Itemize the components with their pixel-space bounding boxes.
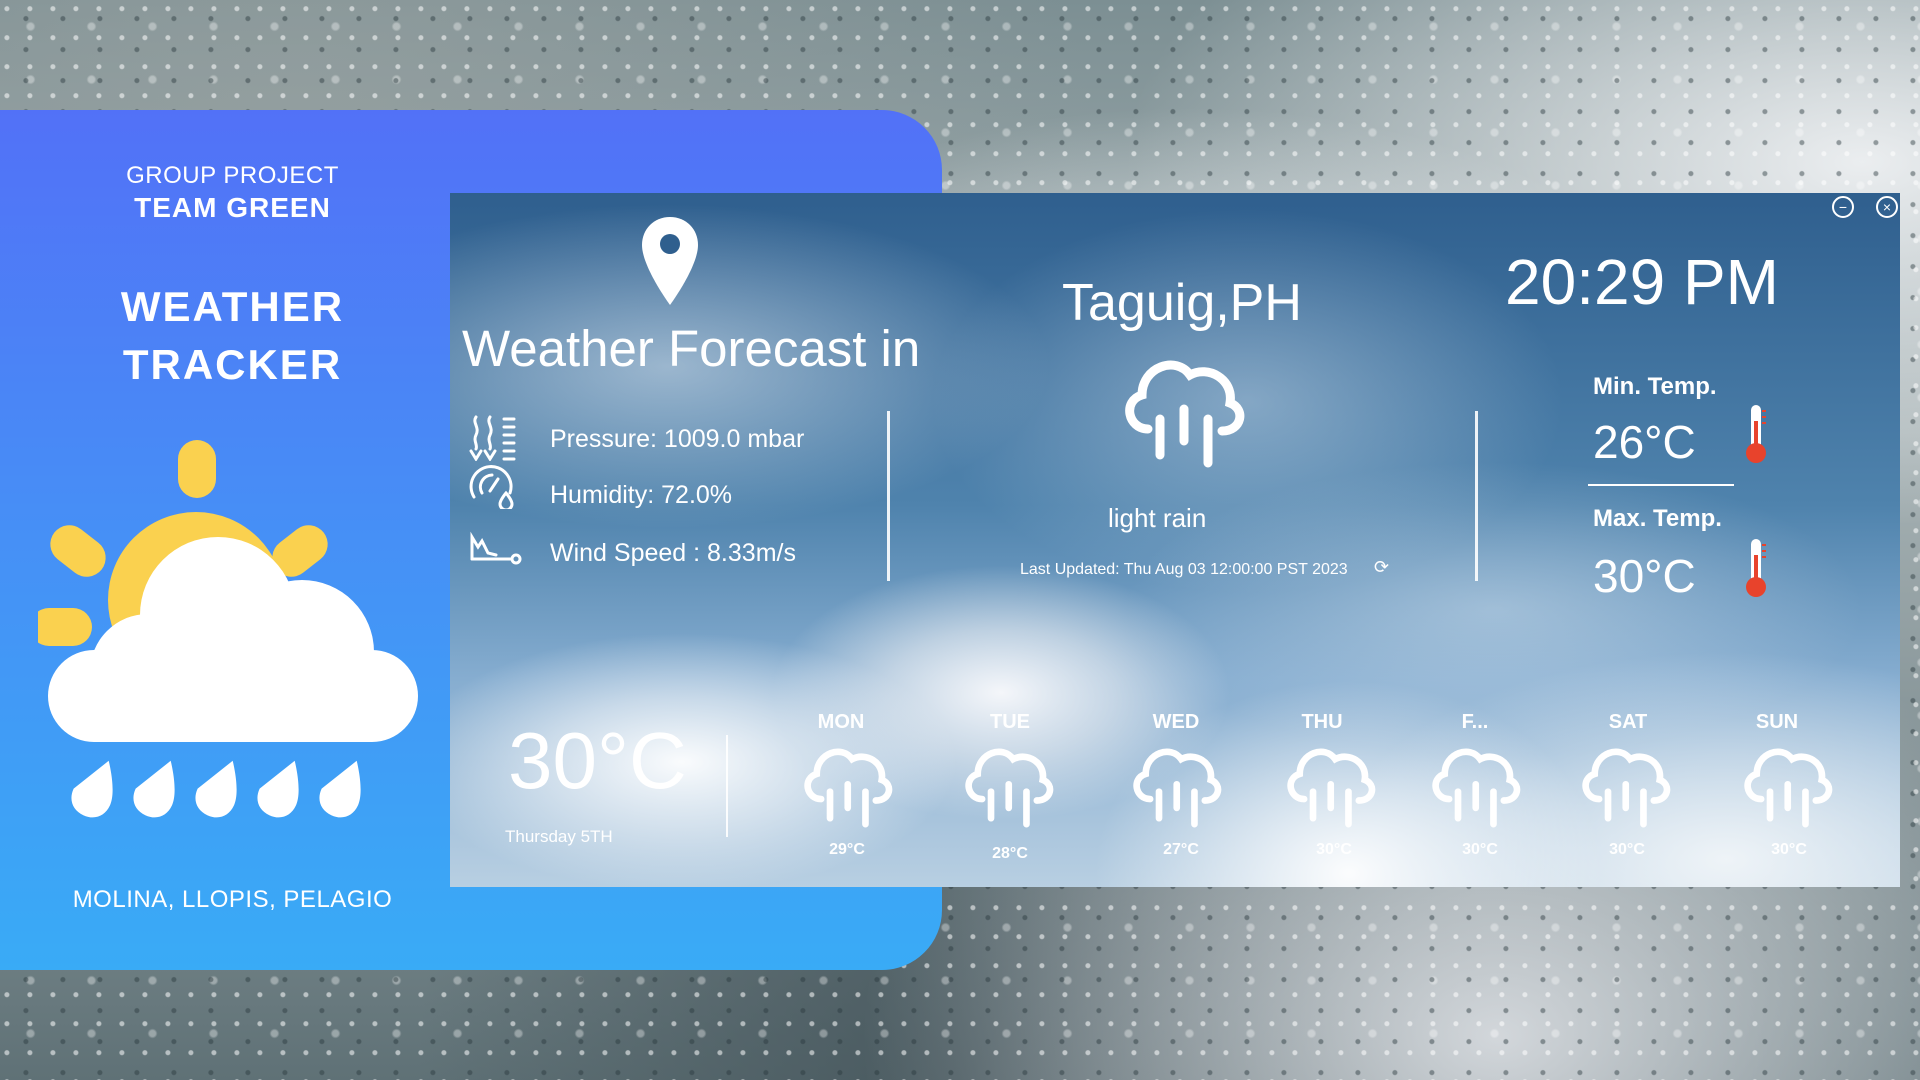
max-temp-label: Max. Temp. xyxy=(1593,505,1722,532)
forecast-day: THU xyxy=(1301,711,1343,733)
pressure-icon xyxy=(469,415,516,461)
location-pin-icon xyxy=(642,217,698,305)
forecast-divider xyxy=(726,735,728,837)
left-divider xyxy=(887,411,890,581)
weather-app-window: − × Weather Forecast in Pressure: 1009.0… xyxy=(450,193,1900,887)
minimize-icon[interactable]: − xyxy=(1832,196,1854,218)
sun-cloud-rain-icon xyxy=(38,440,418,818)
forecast-temp: 27°C xyxy=(1163,841,1199,858)
thermometer-icon xyxy=(1746,405,1766,463)
forecast-day: MON xyxy=(817,711,865,733)
rain-cloud-icon xyxy=(1133,748,1222,828)
rain-cloud-icon xyxy=(1287,748,1376,828)
forecast-temp: 30°C xyxy=(1771,841,1807,858)
rain-cloud-icon xyxy=(1582,748,1671,828)
title-line-2: TRACKER xyxy=(122,341,343,388)
rain-cloud-icon xyxy=(1432,748,1521,828)
title-line-1: WEATHER xyxy=(120,283,345,330)
wind-speed-icon xyxy=(470,531,522,565)
forecast-day: SAT xyxy=(1608,711,1648,733)
current-date: Thursday 5TH xyxy=(505,827,613,846)
refresh-icon[interactable]: ⟳ xyxy=(1374,557,1389,578)
min-temp-value: 26°C xyxy=(1593,416,1696,468)
forecast-temp: 30°C xyxy=(1609,841,1645,858)
forecast-temp: 29°C xyxy=(829,841,865,858)
forecast-temp: 30°C xyxy=(1316,841,1352,858)
max-temp-value: 30°C xyxy=(1593,550,1696,602)
project-title: WEATHER TRACKER xyxy=(0,278,465,394)
group-project-label: GROUP PROJECT xyxy=(126,162,339,189)
humidity-value: Humidity: 72.0% xyxy=(550,481,733,509)
forecast-temp: 28°C xyxy=(992,845,1028,862)
forecast-heading: Weather Forecast in xyxy=(462,320,921,377)
team-name: TEAM GREEN xyxy=(134,192,331,223)
current-time: 20:29 PM xyxy=(1505,246,1779,318)
rain-cloud-icon xyxy=(1744,748,1833,828)
right-divider xyxy=(1475,411,1478,581)
humidity-gauge-icon xyxy=(469,465,514,509)
thermometer-icon xyxy=(1746,539,1766,597)
condition-label: light rain xyxy=(1108,503,1207,533)
forecast-temp: 30°C xyxy=(1462,841,1498,858)
forecast-day: F... xyxy=(1461,711,1489,733)
rain-cloud-icon xyxy=(1125,360,1245,468)
forecast-day: TUE xyxy=(990,711,1030,733)
forecast-day: WED xyxy=(1152,711,1200,733)
city-name: Taguig,PH xyxy=(1062,274,1302,332)
rain-cloud-icon xyxy=(965,748,1054,828)
temp-separator xyxy=(1588,484,1734,486)
min-temp-label: Min. Temp. xyxy=(1593,373,1717,400)
authors-label: MOLINA, LLOPIS, PELAGIO xyxy=(72,886,393,913)
last-updated-label: Last Updated: Thu Aug 03 12:00:00 PST 20… xyxy=(1020,561,1348,578)
forecast-day: SUN xyxy=(1755,711,1799,733)
rain-cloud-icon xyxy=(804,748,893,828)
current-temperature: 30°C xyxy=(508,716,687,805)
wind-speed-value: Wind Speed : 8.33m/s xyxy=(550,539,796,567)
pressure-value: Pressure: 1009.0 mbar xyxy=(550,425,805,453)
close-icon[interactable]: × xyxy=(1876,196,1898,218)
